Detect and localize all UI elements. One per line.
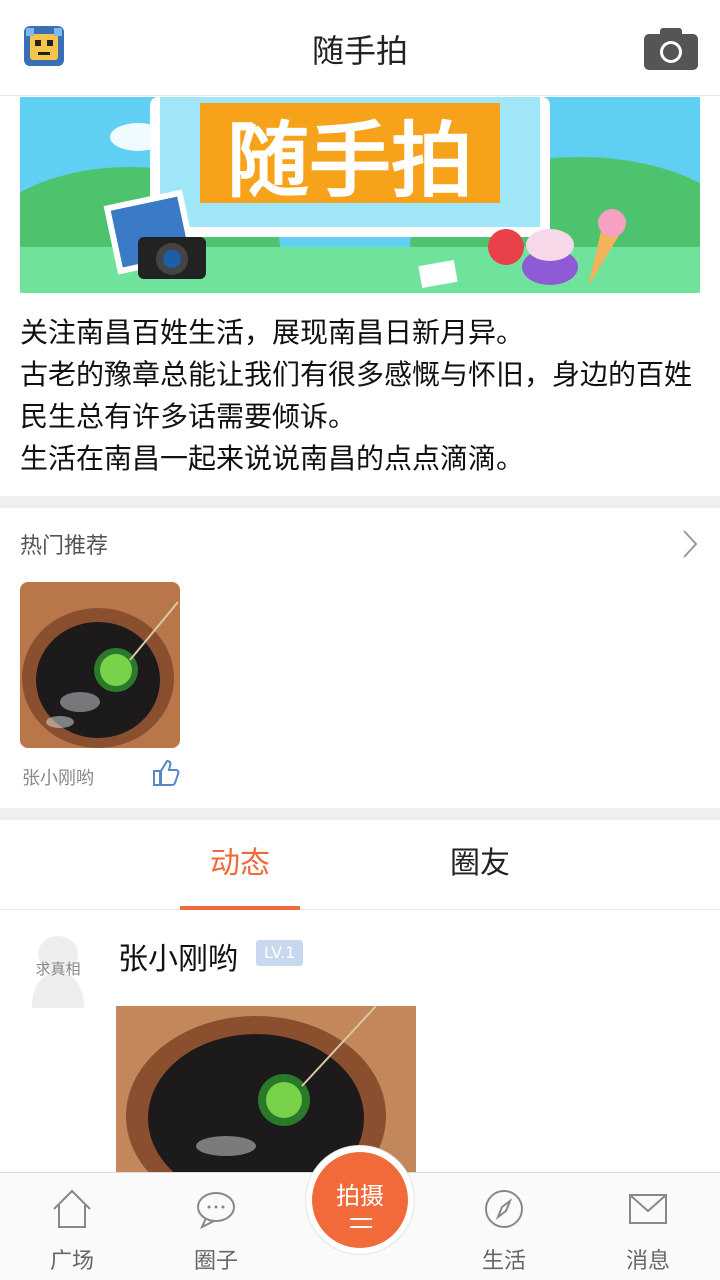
- hot-item-thumbnail[interactable]: [20, 582, 180, 748]
- chevron-right-icon[interactable]: [680, 528, 700, 560]
- intro-line: 古老的豫章总能让我们有很多感慨与怀旧，身边的百姓民生总有许多话需要倾诉。: [20, 358, 693, 433]
- top-bar: 随手拍: [0, 0, 720, 96]
- nav-label: 生活: [481, 1249, 526, 1274]
- banner-image[interactable]: 随手拍: [20, 97, 700, 293]
- tab-dynamics[interactable]: 动态: [180, 822, 300, 910]
- hot-item-user[interactable]: 张小刚哟: [22, 764, 94, 790]
- section-divider: [0, 808, 720, 820]
- shoot-button[interactable]: 拍摄: [306, 1146, 414, 1254]
- intro-line: 关注南昌百姓生活，展现南昌日新月异。: [20, 316, 525, 349]
- nav-messages[interactable]: 消息: [598, 1173, 698, 1280]
- level-badge: LV.1: [256, 940, 304, 966]
- post-username[interactable]: 张小刚哟: [118, 934, 238, 978]
- page-title: 随手拍: [311, 32, 408, 70]
- banner-text: 随手拍: [227, 114, 473, 209]
- thumbs-up-icon[interactable]: [150, 758, 180, 788]
- mail-icon: [629, 1194, 667, 1224]
- feed-tabs: 动态 圈友: [0, 822, 720, 910]
- chat-bubble-icon: [197, 1192, 235, 1230]
- nav-plaza[interactable]: 广场: [22, 1173, 122, 1280]
- section-divider: [0, 496, 720, 508]
- avatar[interactable]: 求真相: [20, 928, 90, 1008]
- nav-label: 消息: [625, 1249, 670, 1274]
- avatar-text: 求真相: [35, 960, 80, 978]
- tab-friends[interactable]: 圈友: [420, 822, 540, 910]
- intro-line: 生活在南昌一起来说说南昌的点点滴滴。: [20, 442, 525, 475]
- shoot-label: 拍摄: [336, 1182, 384, 1210]
- nav-label: 圈子: [193, 1249, 238, 1274]
- nav-circle[interactable]: 圈子: [166, 1173, 266, 1280]
- camera-icon[interactable]: [642, 24, 700, 72]
- nav-life[interactable]: 生活: [454, 1173, 554, 1280]
- house-icon: [53, 1189, 91, 1228]
- hot-section-title: 热门推荐: [20, 534, 109, 559]
- nav-label: 广场: [49, 1249, 94, 1274]
- menu-lines-icon: [350, 1218, 372, 1228]
- compass-icon: [485, 1190, 523, 1228]
- intro-text: 关注南昌百姓生活，展现南昌日新月异。 古老的豫章总能让我们有很多感慨与怀旧，身边…: [20, 312, 700, 480]
